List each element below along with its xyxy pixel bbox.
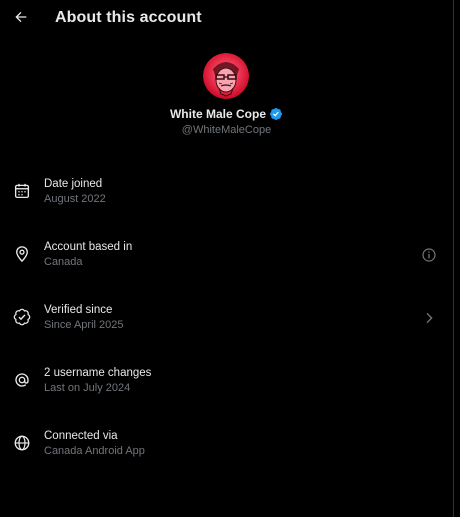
detail-label: Verified since bbox=[44, 304, 113, 316]
detail-value: Canada bbox=[44, 256, 83, 268]
detail-value: August 2022 bbox=[44, 193, 106, 205]
arrow-left-icon bbox=[15, 11, 27, 23]
info-icon[interactable] bbox=[421, 247, 437, 263]
detail-label: 2 username changes bbox=[44, 367, 152, 379]
detail-label: Date joined bbox=[44, 178, 103, 190]
detail-row-username-changes: 2 username changes Last on July 2024 bbox=[0, 361, 453, 411]
calendar-icon bbox=[14, 183, 30, 199]
page-title: About this account bbox=[55, 9, 202, 26]
location-pin-icon bbox=[16, 246, 28, 263]
chevron-right-icon[interactable] bbox=[421, 310, 437, 326]
verified-check-icon bbox=[13, 308, 31, 326]
detail-row-date-joined: Date joined August 2022 bbox=[0, 172, 453, 222]
detail-row-verified-since[interactable]: Verified since Since April 2025 bbox=[0, 298, 453, 348]
scrollbar[interactable] bbox=[454, 0, 460, 517]
display-name: White Male Cope bbox=[169, 107, 266, 121]
detail-row-account-based-in: Account based in Canada bbox=[0, 235, 453, 285]
detail-value: Last on July 2024 bbox=[44, 382, 131, 394]
detail-row-connected-via: Connected via Canada Android App bbox=[0, 424, 453, 474]
at-sign-icon bbox=[15, 373, 29, 387]
header: About this account bbox=[0, 0, 453, 37]
detail-value: Canada Android App bbox=[44, 445, 145, 457]
verified-badge-icon bbox=[269, 107, 283, 121]
back-button[interactable] bbox=[8, 4, 34, 30]
profile-name-row: White Male Cope bbox=[0, 107, 453, 121]
detail-label: Account based in bbox=[44, 241, 133, 253]
detail-value: Since April 2025 bbox=[44, 319, 124, 331]
globe-icon bbox=[14, 435, 30, 451]
about-account-panel: About this account White Male Cope @Whit… bbox=[0, 0, 454, 517]
avatar[interactable] bbox=[203, 53, 249, 99]
profile-handle: @WhiteMaleCope bbox=[181, 124, 272, 136]
detail-label: Connected via bbox=[44, 430, 118, 442]
avatar-image bbox=[203, 53, 249, 99]
